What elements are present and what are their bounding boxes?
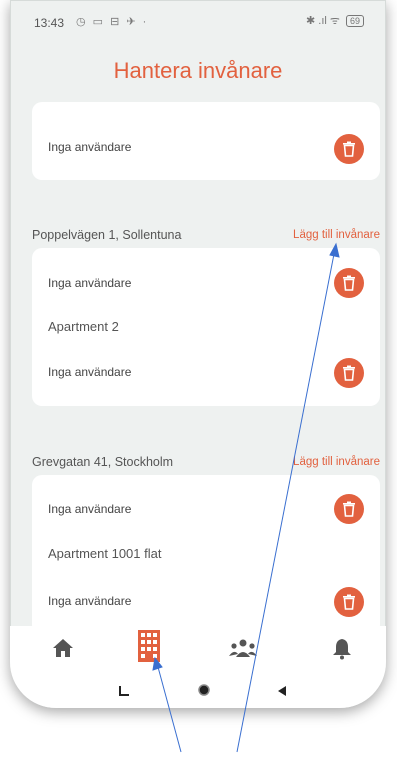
row-no-users: Inga användare [48,140,132,154]
row-no-users: Inga användare [48,594,132,608]
people-icon [229,639,257,657]
address-label: Poppelvägen 1, Sollentuna [32,228,182,242]
trash-icon [343,365,355,381]
residents-card: Inga användare Apartment 1001 flat Inga … [32,475,380,635]
status-time: 13:43 [34,16,65,30]
status-notification-icons: ◷ ▭ ⊟ ✈ · [76,16,149,28]
delete-button[interactable] [334,587,364,617]
recents-icon[interactable] [118,684,130,702]
add-resident-link[interactable]: Lägg till invånare [293,456,380,468]
row-no-users: Inga användare [48,502,132,516]
row-no-users: Inga användare [48,276,132,290]
building-icon [138,630,160,662]
status-right-icons: ✱ .ıl ᯤ 69 [306,13,364,28]
back-icon[interactable] [276,684,288,702]
nav-notifications[interactable] [332,638,352,665]
trash-icon [343,594,355,610]
bell-icon [333,639,351,660]
delete-button[interactable] [334,494,364,524]
address-label: Grevgatan 41, Stockholm [32,455,174,469]
row-no-users: Inga användare [48,365,132,379]
residents-card-top: Inga användare [32,102,380,180]
residents-card: Inga användare Apartment 2 Inga användar… [32,248,380,406]
delete-button[interactable] [334,134,364,164]
page-title: Hantera invånare [113,58,283,83]
system-navigation [10,676,386,708]
delete-button[interactable] [334,358,364,388]
phone-frame: 13:43 ◷ ▭ ⊟ ✈ · ✱ .ıl ᯤ 69 Hantera invån… [10,0,386,708]
bottom-navigation [10,624,386,677]
home-circle-icon[interactable] [196,682,212,703]
home-icon [53,639,73,657]
signal-wifi-icons: ✱ .ıl ᯤ [305,15,340,27]
nav-residents[interactable] [228,638,258,663]
apartment-label: Apartment 2 [48,319,119,334]
add-resident-link[interactable]: Lägg till invånare [293,229,380,241]
nav-home[interactable] [52,638,74,663]
apartment-label: Apartment 1001 flat [48,546,162,561]
battery-icon: 69 [345,15,364,27]
trash-icon [343,141,355,157]
nav-buildings[interactable] [128,624,170,677]
status-bar: 13:43 ◷ ▭ ⊟ ✈ · ✱ .ıl ᯤ 69 [10,0,386,36]
trash-icon [343,501,355,517]
trash-icon [343,275,355,291]
delete-button[interactable] [334,268,364,298]
